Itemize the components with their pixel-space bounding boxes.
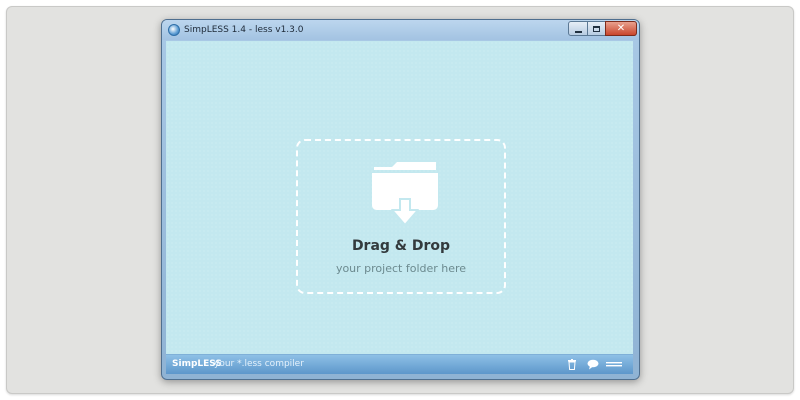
app-window: SimpLESS 1.4 - less v1.3.0 ✕ Drag & Drop… (161, 19, 640, 380)
tagline-label: your *.less compiler (214, 359, 304, 369)
drop-subtitle: your project folder here (335, 262, 467, 275)
maximize-icon (593, 25, 600, 32)
folder-download-icon (372, 162, 438, 226)
title-bar[interactable]: SimpLESS 1.4 - less v1.3.0 ✕ (162, 20, 639, 40)
minimize-button[interactable] (568, 21, 588, 36)
chat-bubble-icon[interactable] (587, 359, 599, 370)
window-title: SimpLESS 1.4 - less v1.3.0 (184, 25, 304, 35)
close-button[interactable]: ✕ (605, 21, 637, 36)
minimize-icon (574, 30, 582, 33)
simpless-app-icon[interactable] (168, 24, 180, 36)
menu-icon[interactable] (606, 359, 622, 370)
dropzone[interactable]: Drag & Drop your project folder here (296, 139, 506, 294)
status-bar: SimpLESS your *.less compiler (166, 354, 633, 374)
drop-target-area[interactable]: Drag & Drop your project folder here (166, 41, 633, 354)
close-icon: ✕ (616, 22, 626, 34)
trash-icon[interactable] (566, 359, 578, 370)
drop-title: Drag & Drop (351, 238, 451, 254)
maximize-button[interactable] (587, 21, 606, 36)
